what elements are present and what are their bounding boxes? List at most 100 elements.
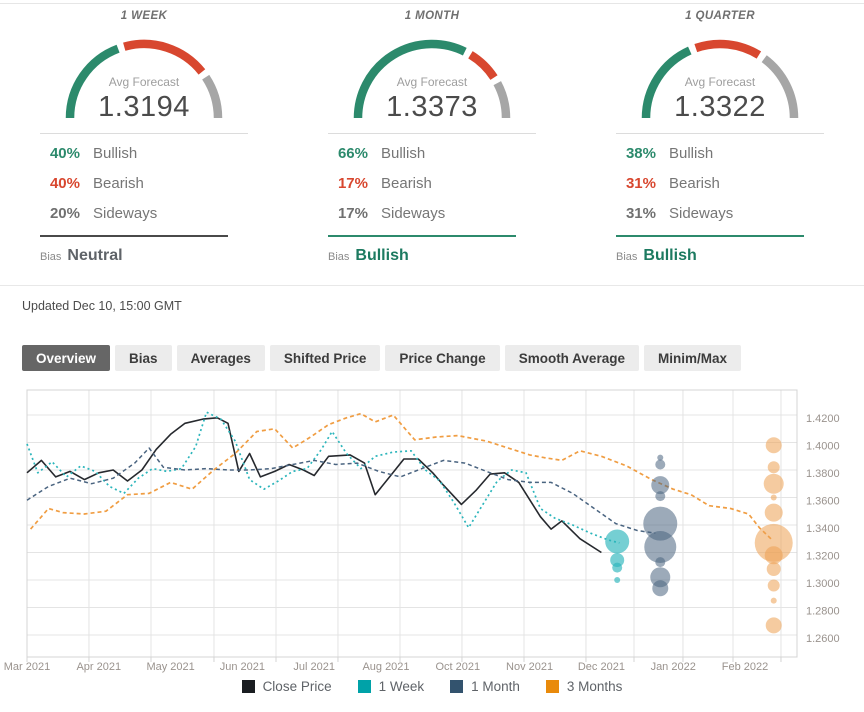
bias-underline — [616, 235, 804, 237]
bias-label: Bias — [40, 251, 61, 263]
bearish-pct: 40% — [40, 175, 80, 192]
forecast-bubble-3-months — [768, 580, 780, 592]
series-line-1-week — [27, 412, 619, 543]
avg-forecast-label: Avg Forecast — [685, 75, 756, 89]
bullish-row: 40% Bullish — [40, 138, 248, 168]
series-line-close-price — [27, 418, 601, 553]
bullish-row: 66% Bullish — [328, 138, 536, 168]
bullish-row: 38% Bullish — [616, 138, 824, 168]
forecast-bubble-3-months — [771, 495, 777, 501]
x-axis-label: Jan 2022 — [651, 661, 696, 673]
y-axis-label: 1.3000 — [806, 578, 840, 590]
y-axis-label: 1.4200 — [806, 413, 840, 425]
forecast-bubble-3-months — [766, 617, 782, 633]
series-line-1-month — [27, 448, 655, 533]
legend-item-close-price[interactable]: Close Price — [242, 679, 332, 694]
bearish-row: 31% Bearish — [616, 168, 824, 198]
sentiment-breakdown: 38% Bullish 31% Bearish 31% Sideways Bia… — [616, 133, 824, 265]
tab-overview[interactable]: Overview — [22, 345, 110, 371]
bullish-label: Bullish — [669, 145, 713, 162]
divider — [328, 133, 536, 134]
gauge-1-month: 1 MONTH Avg Forecast 1.3373 66% Bullish … — [288, 8, 576, 265]
y-axis-label: 1.3800 — [806, 468, 840, 480]
chart-legend: Close Price 1 Week 1 Month 3 Months — [0, 679, 864, 694]
bearish-pct: 31% — [616, 175, 656, 192]
x-axis-label: Apr 2021 — [76, 661, 121, 673]
avg-forecast-label: Avg Forecast — [397, 75, 468, 89]
y-axis-label: 1.2600 — [806, 633, 840, 645]
tab-bias[interactable]: Bias — [115, 345, 172, 371]
divider — [40, 133, 248, 134]
sideways-label: Sideways — [669, 205, 733, 222]
avg-forecast-value: 1.3373 — [386, 91, 478, 122]
legend-label: 1 Month — [471, 679, 520, 694]
tab-smooth-average[interactable]: Smooth Average — [505, 345, 639, 371]
tab-shifted-price[interactable]: Shifted Price — [270, 345, 381, 371]
chart-tabbar: OverviewBiasAveragesShifted PricePrice C… — [22, 345, 864, 371]
gauge-arc-segment — [124, 44, 202, 72]
tab-minim-max[interactable]: Minim/Max — [644, 345, 741, 371]
gauge-arc: Avg Forecast 1.3322 — [636, 28, 804, 122]
bearish-label: Bearish — [93, 175, 144, 192]
forecast-gauges-row: 1 WEEK Avg Forecast 1.3194 40% Bullish 4… — [0, 4, 864, 265]
legend-item-1-week[interactable]: 1 Week — [358, 679, 425, 694]
legend-label: 1 Week — [379, 679, 425, 694]
bearish-label: Bearish — [381, 175, 432, 192]
x-axis-label: Mar 2021 — [4, 661, 50, 673]
gauge-arc-segment — [696, 44, 759, 55]
bearish-label: Bearish — [669, 175, 720, 192]
x-axis-label: May 2021 — [146, 661, 194, 673]
sideways-row: 31% Sideways — [616, 198, 824, 228]
legend-swatch-icon — [450, 680, 463, 693]
sideways-label: Sideways — [93, 205, 157, 222]
gauge-1-quarter: 1 QUARTER Avg Forecast 1.3322 38% Bullis… — [576, 8, 864, 265]
sideways-pct: 20% — [40, 205, 80, 222]
sideways-row: 17% Sideways — [328, 198, 536, 228]
sideways-pct: 17% — [328, 205, 368, 222]
y-axis-label: 1.4000 — [806, 441, 840, 453]
forecast-bubble-3-months — [765, 504, 783, 522]
forecast-bubble-1-month — [652, 580, 668, 596]
forecast-bubble-3-months — [766, 437, 782, 453]
bullish-pct: 38% — [616, 145, 656, 162]
bias-label: Bias — [328, 251, 349, 263]
bullish-label: Bullish — [93, 145, 137, 162]
y-axis-label: 1.3200 — [806, 551, 840, 563]
gauge-arc-segment — [497, 83, 506, 118]
forecast-bubble-3-months — [771, 598, 777, 604]
tab-averages[interactable]: Averages — [177, 345, 265, 371]
section-divider — [0, 285, 864, 286]
forecast-bubble-3-months — [764, 474, 784, 494]
forecast-chart: 1.42001.40001.38001.36001.34001.32001.30… — [0, 382, 864, 682]
forecast-bubble-1-week — [605, 530, 629, 554]
x-axis-label: Oct 2021 — [435, 661, 480, 673]
forecast-bubble-3-months — [765, 546, 783, 564]
x-axis-label: Jul 2021 — [293, 661, 335, 673]
bearish-row: 17% Bearish — [328, 168, 536, 198]
legend-swatch-icon — [242, 680, 255, 693]
sideways-pct: 31% — [616, 205, 656, 222]
forecast-bubble-1-month — [655, 491, 665, 501]
legend-item-3-months[interactable]: 3 Months — [546, 679, 623, 694]
gauge-arc-segment — [470, 55, 494, 78]
sideways-label: Sideways — [381, 205, 445, 222]
bearish-pct: 17% — [328, 175, 368, 192]
bias-value: Neutral — [67, 247, 122, 265]
x-axis-label: Jun 2021 — [220, 661, 265, 673]
bias-value: Bullish — [355, 247, 408, 265]
divider — [616, 133, 824, 134]
y-axis-label: 1.2800 — [806, 606, 840, 618]
legend-swatch-icon — [358, 680, 371, 693]
plot-border — [27, 390, 797, 657]
legend-item-1-month[interactable]: 1 Month — [450, 679, 520, 694]
sideways-row: 20% Sideways — [40, 198, 248, 228]
bias-underline — [40, 235, 228, 237]
x-axis-label: Feb 2022 — [722, 661, 768, 673]
updated-timestamp: Updated Dec 10, 15:00 GMT — [22, 299, 864, 313]
bias-row: Bias Neutral — [40, 247, 248, 265]
forecast-bubble-1-month — [655, 460, 665, 470]
legend-label: Close Price — [263, 679, 332, 694]
forecast-bubble-1-month — [655, 557, 665, 567]
tab-price-change[interactable]: Price Change — [385, 345, 499, 371]
avg-forecast-value: 1.3322 — [674, 91, 766, 122]
